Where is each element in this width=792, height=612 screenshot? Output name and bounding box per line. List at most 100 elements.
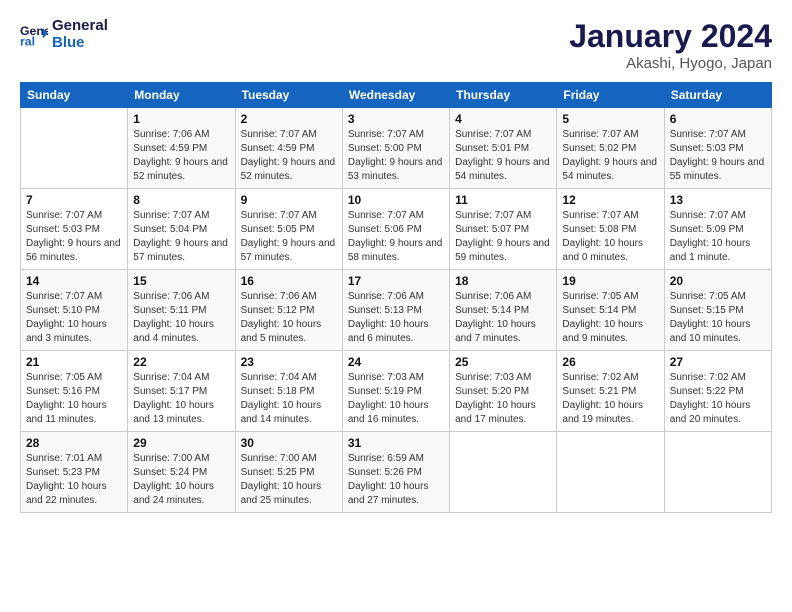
calendar-cell: 27 Sunrise: 7:02 AMSunset: 5:22 PMDayligh… [664,351,771,432]
day-number: 3 [348,112,444,126]
calendar-cell: 20 Sunrise: 7:05 AMSunset: 5:15 PMDayligh… [664,270,771,351]
calendar-cell [664,432,771,513]
day-detail: Sunrise: 7:07 AMSunset: 5:05 PMDaylight:… [241,209,337,265]
calendar-cell: 9 Sunrise: 7:07 AMSunset: 5:05 PMDaylight… [235,189,342,270]
calendar-cell: 2 Sunrise: 7:07 AMSunset: 4:59 PMDaylight… [235,108,342,189]
calendar-cell: 17 Sunrise: 7:06 AMSunset: 5:13 PMDayligh… [342,270,449,351]
week-row-2: 7Sunrise: 7:07 AMSunset: 5:03 PMDaylight… [21,189,772,270]
day-detail: Sunrise: 7:04 AMSunset: 5:17 PMDaylight:… [133,371,229,427]
calendar-cell: 18 Sunrise: 7:06 AMSunset: 5:14 PMDayligh… [450,270,557,351]
logo-general: General [52,18,108,35]
day-number: 9 [241,193,337,207]
day-number: 7 [26,193,122,207]
day-number: 8 [133,193,229,207]
day-detail: Sunrise: 7:02 AMSunset: 5:21 PMDaylight:… [562,371,658,427]
day-detail: Sunrise: 7:07 AMSunset: 5:07 PMDaylight:… [455,209,551,265]
day-detail: Sunrise: 7:07 AMSunset: 5:01 PMDaylight:… [455,128,551,184]
day-number: 25 [455,355,551,369]
day-detail: Sunrise: 7:07 AMSunset: 4:59 PMDaylight:… [241,128,337,184]
calendar-cell: 15Sunrise: 7:06 AMSunset: 5:11 PMDayligh… [128,270,235,351]
calendar-cell: 10 Sunrise: 7:07 AMSunset: 5:06 PMDayligh… [342,189,449,270]
calendar-cell: 6Sunrise: 7:07 AMSunset: 5:03 PMDaylight… [664,108,771,189]
calendar-cell: 14 Sunrise: 7:07 AMSunset: 5:10 PMDayligh… [21,270,128,351]
calendar-cell: 13 Sunrise: 7:07 AMSunset: 5:09 PMDayligh… [664,189,771,270]
calendar-cell [450,432,557,513]
calendar-cell: 16Sunrise: 7:06 AMSunset: 5:12 PMDayligh… [235,270,342,351]
logo-text-block: General Blue [52,18,108,51]
day-number: 23 [241,355,337,369]
svg-text:ral: ral [20,34,35,48]
day-detail: Sunrise: 7:06 AMSunset: 5:11 PMDaylight:… [133,290,229,346]
day-detail: Sunrise: 7:07 AMSunset: 5:10 PMDaylight:… [26,290,122,346]
header: Gene ral General Blue January 2024 Akash… [20,18,772,72]
month-title: January 2024 [569,18,772,55]
weekday-header-thursday: Thursday [450,83,557,108]
day-number: 16 [241,274,337,288]
day-number: 2 [241,112,337,126]
location-title: Akashi, Hyogo, Japan [569,55,772,72]
day-detail: Sunrise: 7:06 AMSunset: 5:13 PMDaylight:… [348,290,444,346]
calendar-cell: 11Sunrise: 7:07 AMSunset: 5:07 PMDayligh… [450,189,557,270]
weekday-header-friday: Friday [557,83,664,108]
day-detail: Sunrise: 7:01 AMSunset: 5:23 PMDaylight:… [26,452,122,508]
calendar-page: Gene ral General Blue January 2024 Akash… [0,0,792,612]
calendar-cell: 1Sunrise: 7:06 AMSunset: 4:59 PMDaylight… [128,108,235,189]
day-detail: Sunrise: 7:07 AMSunset: 5:08 PMDaylight:… [562,209,658,265]
day-number: 14 [26,274,122,288]
calendar-cell: 26 Sunrise: 7:02 AMSunset: 5:21 PMDayligh… [557,351,664,432]
day-number: 28 [26,436,122,450]
day-detail: Sunrise: 7:02 AMSunset: 5:22 PMDaylight:… [670,371,766,427]
calendar-cell: 29 Sunrise: 7:00 AMSunset: 5:24 PMDayligh… [128,432,235,513]
day-number: 17 [348,274,444,288]
day-number: 4 [455,112,551,126]
calendar-cell: 12 Sunrise: 7:07 AMSunset: 5:08 PMDayligh… [557,189,664,270]
calendar-cell: 4 Sunrise: 7:07 AMSunset: 5:01 PMDaylight… [450,108,557,189]
calendar-cell: 8 Sunrise: 7:07 AMSunset: 5:04 PMDaylight… [128,189,235,270]
header-row: SundayMondayTuesdayWednesdayThursdayFrid… [21,83,772,108]
day-detail: Sunrise: 7:07 AMSunset: 5:02 PMDaylight:… [562,128,658,184]
calendar-cell: 5 Sunrise: 7:07 AMSunset: 5:02 PMDaylight… [557,108,664,189]
day-number: 29 [133,436,229,450]
day-detail: Sunrise: 7:05 AMSunset: 5:14 PMDaylight:… [562,290,658,346]
day-number: 24 [348,355,444,369]
day-number: 30 [241,436,337,450]
calendar-cell: 7Sunrise: 7:07 AMSunset: 5:03 PMDaylight… [21,189,128,270]
day-number: 22 [133,355,229,369]
calendar-cell: 19Sunrise: 7:05 AMSunset: 5:14 PMDayligh… [557,270,664,351]
day-number: 26 [562,355,658,369]
day-detail: Sunrise: 7:00 AMSunset: 5:24 PMDaylight:… [133,452,229,508]
calendar-cell: 28 Sunrise: 7:01 AMSunset: 5:23 PMDayligh… [21,432,128,513]
calendar-cell: 31Sunrise: 6:59 AMSunset: 5:26 PMDayligh… [342,432,449,513]
day-number: 12 [562,193,658,207]
day-detail: Sunrise: 7:06 AMSunset: 5:14 PMDaylight:… [455,290,551,346]
week-row-4: 21Sunrise: 7:05 AMSunset: 5:16 PMDayligh… [21,351,772,432]
day-detail: Sunrise: 7:04 AMSunset: 5:18 PMDaylight:… [241,371,337,427]
day-number: 27 [670,355,766,369]
weekday-header-monday: Monday [128,83,235,108]
day-number: 18 [455,274,551,288]
calendar-cell [557,432,664,513]
weekday-header-wednesday: Wednesday [342,83,449,108]
day-number: 5 [562,112,658,126]
weekday-header-sunday: Sunday [21,83,128,108]
day-detail: Sunrise: 7:07 AMSunset: 5:04 PMDaylight:… [133,209,229,265]
week-row-1: 1Sunrise: 7:06 AMSunset: 4:59 PMDaylight… [21,108,772,189]
calendar-cell: 3Sunrise: 7:07 AMSunset: 5:00 PMDaylight… [342,108,449,189]
day-detail: Sunrise: 7:07 AMSunset: 5:06 PMDaylight:… [348,209,444,265]
logo: Gene ral General Blue [20,18,108,51]
title-block: January 2024 Akashi, Hyogo, Japan [569,18,772,72]
day-number: 10 [348,193,444,207]
calendar-cell: 24Sunrise: 7:03 AMSunset: 5:19 PMDayligh… [342,351,449,432]
calendar-cell: 22 Sunrise: 7:04 AMSunset: 5:17 PMDayligh… [128,351,235,432]
week-row-3: 14 Sunrise: 7:07 AMSunset: 5:10 PMDayligh… [21,270,772,351]
day-number: 20 [670,274,766,288]
week-row-5: 28 Sunrise: 7:01 AMSunset: 5:23 PMDayligh… [21,432,772,513]
logo-icon: Gene ral [20,21,48,49]
day-detail: Sunrise: 7:05 AMSunset: 5:15 PMDaylight:… [670,290,766,346]
calendar-cell: 25Sunrise: 7:03 AMSunset: 5:20 PMDayligh… [450,351,557,432]
calendar-cell: 21Sunrise: 7:05 AMSunset: 5:16 PMDayligh… [21,351,128,432]
calendar-table: SundayMondayTuesdayWednesdayThursdayFrid… [20,82,772,513]
day-number: 13 [670,193,766,207]
day-detail: Sunrise: 7:07 AMSunset: 5:09 PMDaylight:… [670,209,766,265]
day-number: 6 [670,112,766,126]
